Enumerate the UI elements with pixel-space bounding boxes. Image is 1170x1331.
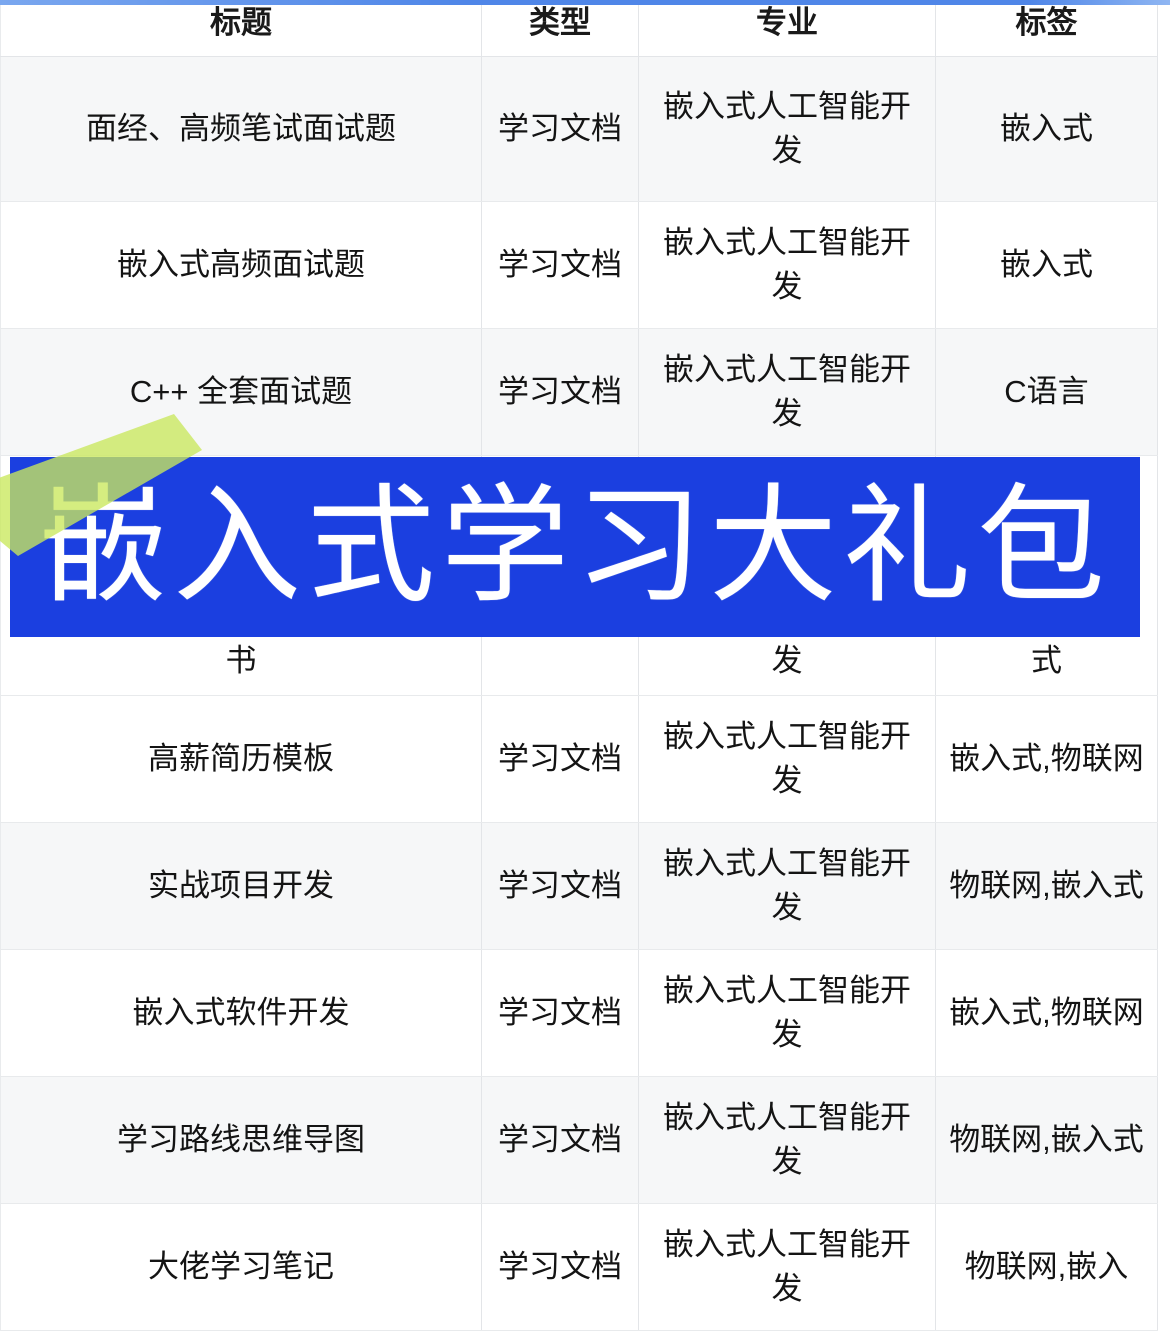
promo-banner: 嵌入式学习大礼包 (10, 457, 1140, 637)
resources-table: 标题 类型 专业 标签 面经、高频笔试面试题 学习文档 嵌入式人工智能开发 嵌入… (0, 0, 1158, 1331)
cell-type: 学习文档 (481, 328, 639, 456)
table-header-row: 标题 类型 专业 标签 (0, 0, 1158, 57)
cell-tags: 物联网,嵌入 (935, 1203, 1158, 1331)
cell-major: 嵌入式人工智能开发 (638, 328, 936, 456)
table-row[interactable]: C++ 全套面试题 学习文档 嵌入式人工智能开发 C语言 (0, 328, 1158, 456)
top-accent-bar (0, 0, 1170, 5)
table-row[interactable]: 大佬学习笔记 学习文档 嵌入式人工智能开发 物联网,嵌入 (0, 1203, 1158, 1331)
cell-title: 实战项目开发 (0, 822, 482, 950)
cell-type: 学习文档 (481, 949, 639, 1077)
promo-banner-label: 嵌入式学习大礼包 (38, 475, 1111, 618)
cell-type: 学习文档 (481, 695, 639, 823)
cell-title: 嵌入式高频面试题 (0, 201, 482, 329)
cell-title: 高薪简历模板 (0, 695, 482, 823)
cell-title: 嵌入式软件开发 (0, 949, 482, 1077)
cell-major: 嵌入式人工智能开发 (638, 1076, 936, 1204)
table-row[interactable]: 高薪简历模板 学习文档 嵌入式人工智能开发 嵌入式,物联网 (0, 695, 1158, 823)
cell-major: 嵌入式人工智能开发 (638, 56, 936, 202)
cell-title: 大佬学习笔记 (0, 1203, 482, 1331)
cell-tags: 嵌入式 (935, 201, 1158, 329)
cell-major: 嵌入式人工智能开发 (638, 695, 936, 823)
column-header-tags[interactable]: 标签 (935, 0, 1158, 57)
cell-major: 嵌入式人工智能开发 (638, 201, 936, 329)
cell-major: 嵌入式人工智能开发 (638, 822, 936, 950)
table-row[interactable]: 学习路线思维导图 学习文档 嵌入式人工智能开发 物联网,嵌入式 (0, 1076, 1158, 1204)
table-row[interactable]: 实战项目开发 学习文档 嵌入式人工智能开发 物联网,嵌入式 (0, 822, 1158, 950)
cell-title: 学习路线思维导图 (0, 1076, 482, 1204)
cell-title: C++ 全套面试题 (0, 328, 482, 456)
table-row[interactable]: 面经、高频笔试面试题 学习文档 嵌入式人工智能开发 嵌入式 (0, 56, 1158, 202)
cell-major: 嵌入式人工智能开发 (638, 1203, 936, 1331)
cell-major: 嵌入式人工智能开发 (638, 949, 936, 1077)
cell-type: 学习文档 (481, 201, 639, 329)
cell-tags: 嵌入式,物联网 (935, 695, 1158, 823)
cell-type: 学习文档 (481, 56, 639, 202)
cell-tags: 物联网,嵌入式 (935, 1076, 1158, 1204)
cell-title: 面经、高频笔试面试题 (0, 56, 482, 202)
cell-tags: 物联网,嵌入式 (935, 822, 1158, 950)
cell-type: 学习文档 (481, 822, 639, 950)
cell-tags: C语言 (935, 328, 1158, 456)
cell-tags: 嵌入式 (935, 56, 1158, 202)
column-header-type[interactable]: 类型 (481, 0, 639, 57)
cell-type: 学习文档 (481, 1203, 639, 1331)
document-table-container: 标题 类型 专业 标签 面经、高频笔试面试题 学习文档 嵌入式人工智能开发 嵌入… (0, 0, 1170, 1331)
cell-tags: 嵌入式,物联网 (935, 949, 1158, 1077)
cell-type: 学习文档 (481, 1076, 639, 1204)
table-row[interactable]: 嵌入式软件开发 学习文档 嵌入式人工智能开发 嵌入式,物联网 (0, 949, 1158, 1077)
column-header-title[interactable]: 标题 (0, 0, 482, 57)
table-row[interactable]: 嵌入式高频面试题 学习文档 嵌入式人工智能开发 嵌入式 (0, 201, 1158, 329)
column-header-major[interactable]: 专业 (638, 0, 936, 57)
